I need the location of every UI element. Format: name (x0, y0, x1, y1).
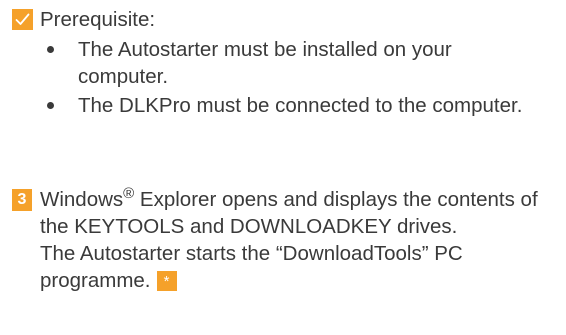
bullet-icon (47, 46, 54, 53)
bullet-icon (47, 102, 54, 109)
step-block: 3 Windows® Explorer opens and displays t… (12, 186, 562, 294)
prerequisite-item-text: The Autostarter must be installed on you… (78, 38, 452, 88)
prerequisite-item-text: The DLKPro must be connected to the comp… (78, 94, 523, 117)
step-number-badge: 3 (12, 189, 32, 211)
prerequisite-block: Prerequisite: The Autostarter must be in… (12, 4, 562, 119)
step-text-windows: Windows (40, 188, 124, 211)
step-result: The Autostarter starts the “DownloadTool… (40, 240, 555, 294)
step-text: Windows® Explorer opens and displays the… (40, 186, 555, 294)
list-item: The Autostarter must be installed on you… (42, 36, 538, 90)
prerequisite-heading-row: Prerequisite: (12, 4, 562, 34)
step-result-text: The Autostarter starts the “DownloadTool… (40, 242, 463, 292)
checkmark-icon (12, 8, 33, 30)
prerequisite-list: The Autostarter must be installed on you… (42, 36, 562, 119)
registered-mark: ® (123, 185, 135, 203)
prerequisite-heading: Prerequisite: (40, 7, 156, 31)
note-star-badge: * (156, 271, 177, 291)
step-row: 3 Windows® Explorer opens and displays t… (12, 186, 562, 294)
list-item: The DLKPro must be connected to the comp… (42, 92, 538, 119)
step-description: Windows® Explorer opens and displays the… (40, 186, 555, 240)
